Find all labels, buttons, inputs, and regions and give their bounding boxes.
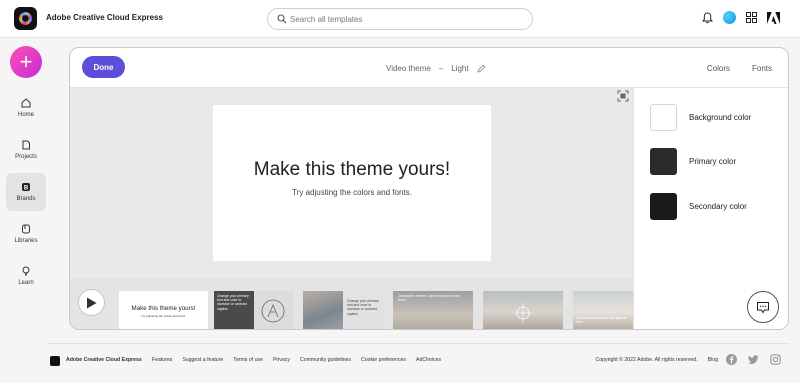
theme-editor: Done Video theme – Light Colors Fonts Ma… [69,47,789,330]
projects-icon [22,140,30,150]
avatar[interactable] [723,11,736,24]
footer-link-terms[interactable]: Terms of use [233,357,263,363]
twitter-icon[interactable] [748,354,759,365]
thumbnail-text: Constant in theme. Use primary for brand… [398,294,461,303]
thumbnail-text: Change your primary font and color to in… [217,294,249,311]
thumbnail-text: Caption text and color will appear here [576,316,627,325]
footer-link-community[interactable]: Community guidelines [300,357,351,363]
creative-cloud-logo[interactable] [14,7,37,30]
libraries-icon [22,224,30,234]
search-icon [277,14,287,24]
canvas-area: Make this theme yours! Try adjusting the… [70,88,633,329]
footer-link-blog[interactable]: Blog [708,357,718,363]
top-bar: Adobe Creative Cloud Express [0,0,800,38]
sidebar-item-home[interactable]: Home [6,89,46,127]
sidebar-item-label: Libraries [14,238,38,244]
primary-color-row[interactable]: Primary color [650,148,736,175]
home-icon [21,98,31,108]
thumbnail-photo [303,291,343,329]
footer-link-suggest[interactable]: Suggest a feature [182,357,223,363]
copyright: Copyright © 2022 Adobe. All rights reser… [595,357,698,363]
play-button[interactable] [78,289,105,316]
search-bar[interactable] [267,8,533,30]
scene-thumbnail[interactable]: Make this theme yours! Try adjusting the… [119,291,208,329]
colors-panel: Background color Primary color Secondary… [633,88,788,329]
done-button[interactable]: Done [82,56,125,78]
primary-color-label: Primary color [689,157,737,166]
secondary-color-row[interactable]: Secondary color [650,193,747,220]
sidebar-item-label: Home [17,112,34,118]
footer: Adobe Creative Cloud Express Features Su… [48,343,790,377]
sidebar: + Home Projects B Brands Libraries Learn [0,38,52,383]
scene-thumbnail[interactable] [483,291,563,329]
background-color-label: Background color [689,113,752,122]
scene-thumbnail-title: Make this theme yours! [131,305,196,312]
brands-icon: B [22,183,30,191]
sidebar-item-projects[interactable]: Projects [6,131,46,169]
thumbnail-photo [254,291,293,329]
background-color-row[interactable]: Background color [650,104,751,131]
create-button[interactable]: + [10,46,42,78]
slide-title: Make this theme yours! [253,159,451,180]
adobe-icon[interactable] [767,11,780,24]
background-color-swatch[interactable] [650,104,677,131]
chat-icon [757,301,769,313]
theme-name: Video theme [386,64,431,73]
scene-thumbnail[interactable]: Constant in theme. Use primary for brand… [393,291,473,329]
footer-link-cookies[interactable]: Cookie preferences [361,357,406,363]
editor-header: Done Video theme – Light Colors Fonts [70,48,788,88]
search-input[interactable] [290,12,526,27]
theme-title[interactable]: Video theme – Light [386,64,486,73]
learn-icon [22,266,30,276]
thumbnail-text-panel: Change your primary font and color to in… [343,291,383,329]
sidebar-item-label: Brands [16,196,36,202]
scene-thumbnail-subtitle: Try adjusting the colors and fonts. [141,314,186,318]
scene-thumbnail[interactable]: Change your primary font and color to in… [303,291,383,329]
app-title[interactable]: Adobe Creative Cloud Express [46,13,163,22]
play-icon [87,297,97,308]
pencil-icon[interactable] [476,64,486,73]
thumbnail-text-panel: Change your primary font and color to in… [214,291,254,329]
footer-link-adchoices[interactable]: AdChoices [416,357,441,363]
secondary-color-label: Secondary color [689,202,747,211]
secondary-color-swatch[interactable] [650,193,677,220]
svg-text:B: B [24,185,29,191]
fit-screen-icon[interactable] [617,90,629,102]
scene-thumbnail[interactable]: Caption text and color will appear here [573,291,633,329]
tab-colors[interactable]: Colors [707,64,730,73]
sidebar-item-brands[interactable]: B Brands [6,173,46,211]
scene-thumbnail[interactable]: Change your primary font and color to in… [214,291,293,329]
sidebar-item-label: Projects [15,154,37,160]
apps-grid-icon[interactable] [745,11,758,24]
bell-icon[interactable] [701,11,714,24]
plus-icon: + [19,49,33,74]
slide-subtitle: Try adjusting the colors and fonts. [292,188,412,197]
sidebar-item-learn[interactable]: Learn [6,257,46,295]
tab-fonts[interactable]: Fonts [752,64,772,73]
thumbnail-text: Change your primary font and color to in… [347,299,379,316]
sidebar-item-libraries[interactable]: Libraries [6,215,46,253]
slide-preview[interactable]: Make this theme yours! Try adjusting the… [213,105,491,261]
footer-link-privacy[interactable]: Privacy [273,357,290,363]
sidebar-item-label: Learn [18,280,34,286]
instagram-icon[interactable] [770,354,781,365]
theme-variant: Light [451,64,469,73]
filmstrip: Make this theme yours! Try adjusting the… [70,278,633,329]
footer-link-features[interactable]: Features [152,357,172,363]
chat-button[interactable] [747,291,779,323]
primary-color-swatch[interactable] [650,148,677,175]
footer-brand[interactable]: Adobe Creative Cloud Express [66,357,142,363]
facebook-icon[interactable] [726,354,737,365]
theme-separator: – [438,64,444,73]
footer-logo[interactable] [50,356,60,366]
